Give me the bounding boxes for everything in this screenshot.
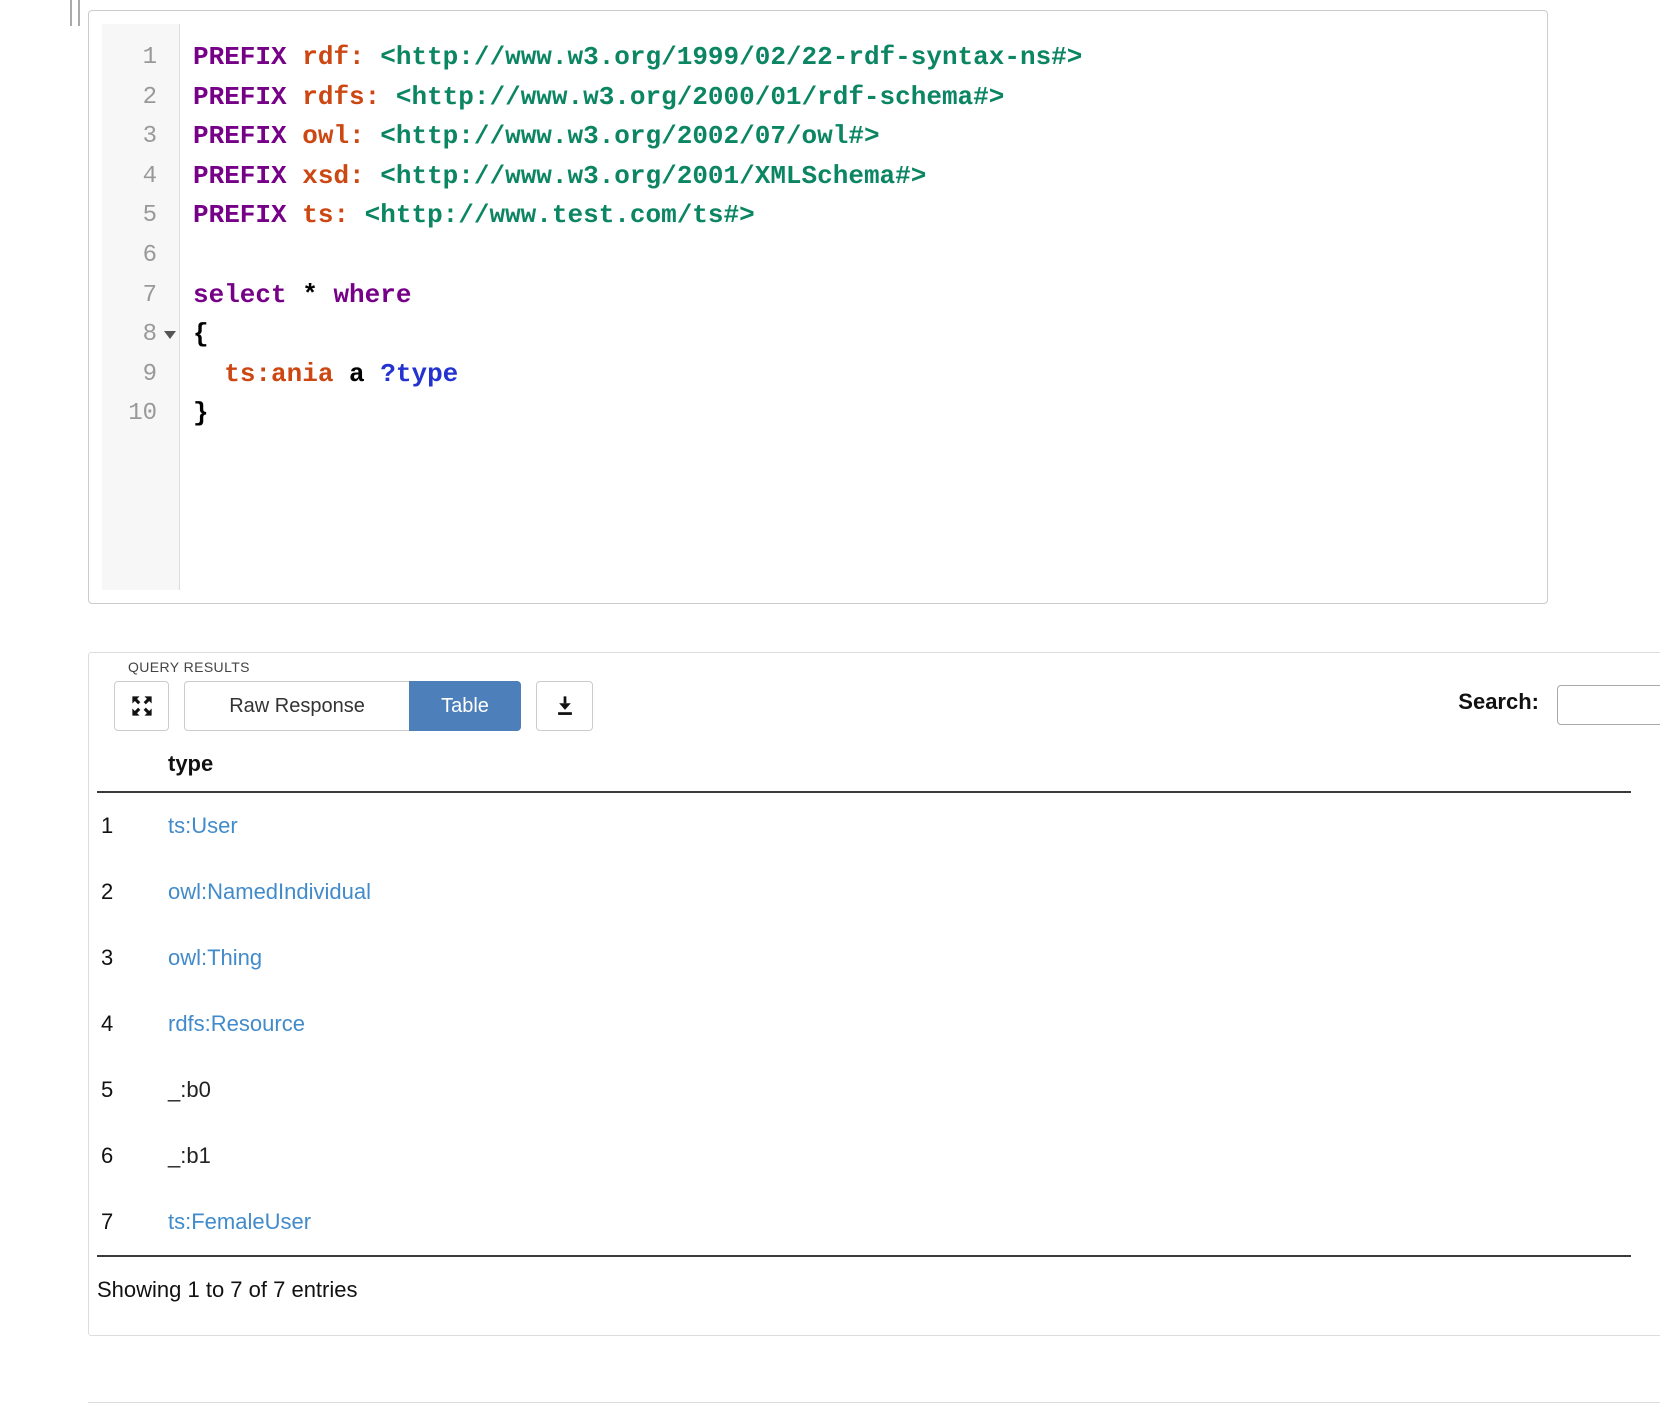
line-number: 9: [142, 360, 157, 388]
row-number: 5: [101, 1077, 114, 1102]
table-row: 2 owl:NamedIndividual: [89, 859, 1660, 925]
table-view-button[interactable]: Table: [409, 681, 521, 731]
fullscreen-expand-icon: [131, 695, 153, 717]
sparql-editor-panel: 1 2 3 4 5 6 7 8 9 10 PREFIX rdf: <http://www.w3.o…: [88, 10, 1548, 604]
code-line: ts:ania a ?type: [224, 358, 459, 389]
query-results-panel: QUERY RESULTS Raw Response Table Search:: [88, 652, 1660, 1336]
fullscreen-button[interactable]: [114, 681, 169, 731]
result-value: _:b0: [168, 1077, 211, 1102]
code-line: PREFIX owl: <http://www.w3.org/2002/07/o…: [193, 121, 880, 152]
code-line: {: [193, 319, 209, 350]
code-line: PREFIX xsd: <http://www.w3.org/2001/XMLS…: [193, 160, 927, 191]
search-label: Search:: [1458, 689, 1539, 714]
result-view-toggle: Raw Response Table: [184, 681, 521, 731]
row-number: 1: [101, 813, 114, 838]
page-bottom-divider: [88, 1402, 1660, 1403]
table-row: 5 _:b0: [89, 1057, 1660, 1123]
results-table-body: 1 ts:User 2 owl:NamedIndividual 3 owl:Thing 4 r…: [89, 793, 1660, 1255]
line-number: 3: [142, 123, 157, 151]
table-bottom-divider: [97, 1255, 1631, 1257]
result-value: _:b1: [168, 1143, 211, 1168]
row-number: 4: [101, 1011, 114, 1036]
code-line: select * where: [193, 279, 412, 310]
sparql-ide-page: 1 2 3 4 5 6 7 8 9 10 PREFIX rdf: <http://www.w3.o…: [0, 0, 1660, 1408]
table-row: 3 owl:Thing: [89, 925, 1660, 991]
line-number: 8: [102, 315, 179, 355]
table-header-type: type: [168, 751, 214, 776]
result-link[interactable]: ts:User: [168, 793, 238, 859]
line-number: 10: [128, 400, 157, 428]
editor-gutter: 1 2 3 4 5 6 7 8 9 10: [102, 24, 180, 590]
line-number: 7: [142, 281, 157, 309]
splitter-mark: [70, 0, 72, 26]
line-number: 6: [142, 241, 157, 269]
table-row: 4 rdfs:Resource: [89, 991, 1660, 1057]
line-number: 5: [142, 202, 157, 230]
code-line: }: [193, 398, 209, 429]
fold-arrow-icon[interactable]: [164, 331, 176, 340]
row-number: 7: [101, 1209, 114, 1234]
row-number: 6: [101, 1143, 114, 1168]
code-lines: PREFIX rdf: <http://www.w3.org/1999/02/2…: [181, 24, 1534, 434]
download-icon: [554, 695, 576, 717]
result-link[interactable]: owl:Thing: [168, 925, 262, 991]
line-number: 1: [142, 44, 157, 71]
sparql-code-editor[interactable]: 1 2 3 4 5 6 7 8 9 10 PREFIX rdf: <http://www.w3.o…: [102, 24, 1534, 590]
code-line: PREFIX ts: <http://www.test.com/ts#>: [193, 200, 755, 231]
code-line: PREFIX rdf: <http://www.w3.org/1999/02/2…: [193, 42, 1083, 72]
result-link[interactable]: rdfs:Resource: [168, 991, 305, 1057]
download-button[interactable]: [536, 681, 593, 731]
table-row: 1 ts:User: [89, 793, 1660, 859]
code-line: PREFIX rdfs: <http://www.w3.org/2000/01/…: [193, 81, 1005, 112]
query-results-label: QUERY RESULTS: [128, 659, 250, 675]
table-row: 6 _:b1: [89, 1123, 1660, 1189]
row-number: 3: [101, 945, 114, 970]
line-number: 4: [142, 162, 157, 190]
search-input[interactable]: [1557, 685, 1660, 725]
splitter-mark: [78, 0, 80, 26]
line-number: 2: [142, 83, 157, 111]
result-link[interactable]: owl:NamedIndividual: [168, 859, 371, 925]
row-number: 2: [101, 879, 114, 904]
result-link[interactable]: ts:FemaleUser: [168, 1189, 311, 1255]
table-row: 7 ts:FemaleUser: [89, 1189, 1660, 1255]
results-count: Showing 1 to 7 of 7 entries: [97, 1277, 358, 1302]
raw-response-button[interactable]: Raw Response: [184, 681, 409, 731]
